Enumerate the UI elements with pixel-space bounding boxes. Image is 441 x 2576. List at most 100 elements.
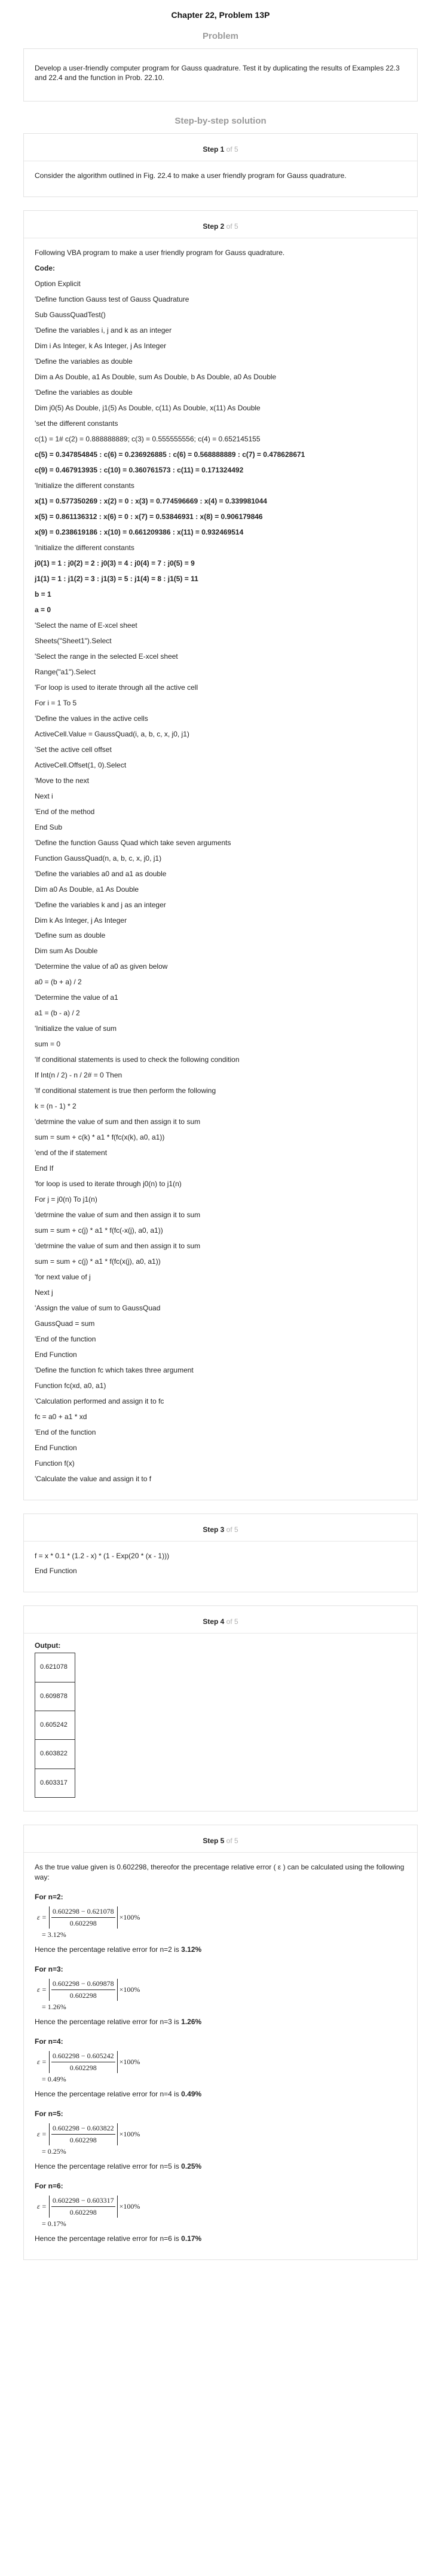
error-calculations: For n=2: ε = 0.602298 − 0.621078 0.602298 ×1… — [35, 1890, 406, 2246]
times-100-percent: ×100% — [119, 2202, 140, 2211]
output-cell: 0.621078 — [35, 1653, 75, 1682]
code-line: j1(1) = 1 : j1(2) = 3 : j1(3) = 5 : j1(4… — [35, 574, 198, 583]
step-3-title: Step 3 of 5 — [35, 1525, 406, 1535]
code-line: 'Define sum as double — [35, 931, 106, 940]
absolute-value: 0.602298 − 0.603317 0.602298 — [48, 2196, 118, 2218]
fraction-denominator: 0.602298 — [69, 2136, 97, 2145]
fraction: 0.602298 − 0.605242 0.602298 — [51, 2051, 115, 2073]
code-line: For i = 1 To 5 — [35, 698, 77, 707]
code-line: 'Define the values in the active cells — [35, 714, 148, 723]
code-line: a1 = (b - a) / 2 — [35, 1009, 80, 1018]
code-line: a0 = (b + a) / 2 — [35, 978, 82, 987]
error-conclusion: Hence the percentage relative error for … — [35, 2231, 406, 2246]
fraction-denominator: 0.602298 — [69, 1919, 97, 1928]
step-4-card: Step 4 of 5 Output: 0.621078 0.609878 0.… — [23, 1605, 418, 1812]
fraction-numerator: 0.602298 − 0.605242 — [51, 2051, 115, 2063]
code-line: x(9) = 0.238619186 : x(10) = 0.661209386… — [35, 527, 244, 536]
code-line: Dim sum As Double — [35, 947, 98, 956]
code-line: 'Define the variables k and j as an inte… — [35, 900, 166, 909]
step-label: Step 2 — [203, 222, 225, 231]
code-line: 'Assign the value of sum to GaussQuad — [35, 1304, 161, 1313]
code-line: x(5) = 0.861136312 : x(6) = 0 : x(7) = 0… — [35, 512, 263, 521]
page: Chapter 22, Problem 13P Problem Develop … — [23, 0, 418, 2297]
code-line: 'Define the variables i, j and k as an i… — [35, 326, 172, 335]
fraction-denominator: 0.602298 — [69, 2064, 97, 2073]
step-label: Step 5 — [203, 1837, 225, 1846]
code-line: GaussQuad = sum — [35, 1319, 95, 1328]
step-of: of 5 — [226, 1837, 238, 1846]
code-line: 'for loop is used to iterate through j0(… — [35, 1180, 182, 1189]
code-line: 'If conditional statements is used to ch… — [35, 1055, 240, 1064]
code-line: Following VBA program to make a user fri… — [35, 248, 285, 257]
code-line: fc = a0 + a1 * xd — [35, 1413, 87, 1421]
times-100-percent: ×100% — [119, 2058, 140, 2067]
fraction: 0.602298 − 0.609878 0.602298 — [51, 1979, 115, 2001]
step-divider — [24, 1852, 417, 1853]
n-label: For n=2: — [35, 1892, 63, 1901]
code-line: 'detrmine the value of sum and then assi… — [35, 1211, 201, 1220]
conclusion-text: Hence the percentage relative error for … — [35, 2017, 182, 2026]
step-of: of 5 — [226, 222, 238, 231]
code-line: 'Initialize the different constants — [35, 543, 134, 552]
conclusion-value: 1.26% — [181, 2017, 202, 2026]
error-item: For n=2: ε = 0.602298 − 0.621078 0.602298 ×1… — [35, 1890, 406, 1957]
code-line: End If — [35, 1164, 54, 1173]
solution-heading: Step-by-step solution — [174, 116, 267, 127]
code-line: ActiveCell.Value = GaussQuad(i, a, b, c,… — [35, 729, 189, 738]
epsilon-symbol: ε = — [37, 2130, 47, 2139]
output-cell: 0.603317 — [35, 1768, 75, 1798]
step-2-title: Step 2 of 5 — [35, 222, 406, 232]
fraction: 0.602298 − 0.603822 0.602298 — [51, 2123, 115, 2145]
error-result: = 1.26% — [42, 2003, 66, 2012]
code-line: 'Initialize the different constants — [35, 481, 134, 490]
code-line: Sheets("Sheet1").Select — [35, 636, 112, 645]
n-label: For n=3: — [35, 1964, 63, 1973]
code-line: c(5) = 0.347854845 : c(6) = 0.236926885 … — [35, 450, 305, 459]
epsilon-symbol: ε = — [37, 2202, 47, 2211]
code-line: j0(1) = 1 : j0(2) = 2 : j0(3) = 4 : j0(4… — [35, 558, 195, 567]
fraction-denominator: 0.602298 — [69, 2208, 97, 2217]
n-label: For n=6: — [35, 2181, 63, 2190]
step-label: Step 4 — [203, 1617, 225, 1626]
code-line: 'Set the active cell offset — [35, 745, 112, 754]
error-formula: ε = 0.602298 − 0.609878 0.602298 ×100% — [37, 1979, 406, 2001]
step-1-card: Step 1 of 5 Consider the algorithm outli… — [23, 133, 418, 197]
code-line: 'Determine the value of a1 — [35, 993, 118, 1002]
code-line: 'Move to the next — [35, 776, 90, 785]
error-formula: ε = 0.602298 − 0.603317 0.602298 ×100% — [37, 2196, 406, 2218]
output-cell: 0.609878 — [35, 1681, 75, 1712]
code-line: sum = 0 — [35, 1040, 61, 1049]
code-line: Next i — [35, 791, 53, 800]
output-label: Output: — [35, 1641, 61, 1650]
step-of: of 5 — [226, 1617, 238, 1626]
code-line: End Function — [35, 1443, 77, 1452]
code-line: sum = sum + c(j) * a1 * f(fc(-x(j), a0, … — [35, 1226, 163, 1235]
code-line: 'end of the if statement — [35, 1149, 108, 1157]
epsilon-symbol: ε = — [37, 1985, 47, 1994]
output-table: 0.621078 0.609878 0.605242 0.603822 0.60… — [35, 1653, 75, 1798]
code-line: c(1) = 1# c(2) = 0.888888889; c(3) = 0.5… — [35, 434, 261, 443]
code-line: Dim a0 As Double, a1 As Double — [35, 885, 139, 894]
problem-text: Develop a user-friendly computer program… — [35, 63, 400, 82]
code-line: Dim k As Integer, j As Integer — [35, 916, 127, 925]
problem-heading: Problem — [202, 30, 238, 41]
fraction-numerator: 0.602298 − 0.603822 — [51, 2123, 115, 2135]
code-line: a = 0 — [35, 605, 51, 614]
code-line: 'Initialize the value of sum — [35, 1024, 117, 1033]
step-of: of 5 — [226, 145, 238, 154]
code-line: Option Explicit — [35, 280, 81, 288]
code-line: End Sub — [35, 822, 63, 831]
conclusion-value: 0.25% — [181, 2161, 202, 2170]
code-line: c(9) = 0.467913935 : c(10) = 0.360761573… — [35, 465, 244, 474]
error-conclusion: Hence the percentage relative error for … — [35, 1942, 406, 1957]
code-line: 'Define the function Gauss Quad which ta… — [35, 838, 231, 847]
times-100-percent: ×100% — [119, 1985, 140, 1994]
code-line: 'Define the function fc which takes thre… — [35, 1366, 194, 1375]
code-line: 'Define the variables a0 and a1 as doubl… — [35, 869, 167, 878]
step-3-card: Step 3 of 5 f = x * 0.1 * (1.2 - x) * (1… — [23, 1513, 418, 1592]
error-result: = 0.49% — [42, 2075, 66, 2084]
code-line: Dim a As Double, a1 As Double, sum As Do… — [35, 373, 277, 382]
code-line: Sub GaussQuadTest() — [35, 311, 106, 320]
code-line: If Int(n / 2) - n / 2# = 0 Then — [35, 1071, 122, 1080]
code-line: 'Select the name of E-xcel sheet — [35, 621, 137, 630]
